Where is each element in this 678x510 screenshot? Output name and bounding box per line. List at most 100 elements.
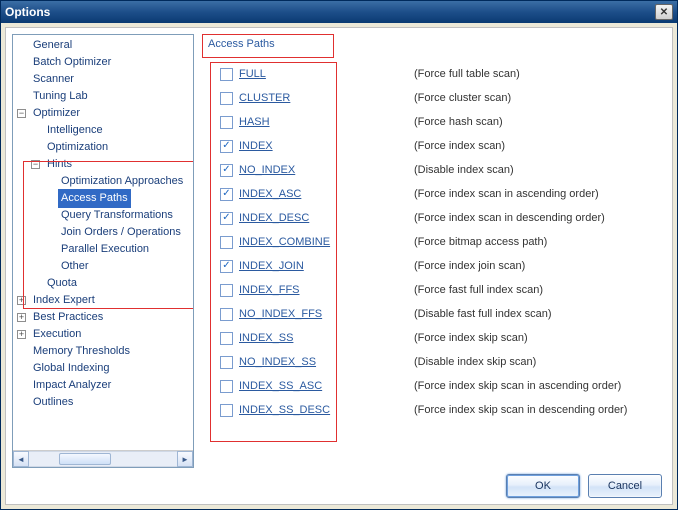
access-path-name[interactable]: FULL bbox=[239, 68, 414, 80]
tree-item-label[interactable]: Outlines bbox=[30, 393, 76, 412]
access-path-checkbox[interactable] bbox=[220, 212, 233, 225]
tree-connector-icon bbox=[15, 39, 28, 52]
tree-connector-icon bbox=[43, 226, 56, 239]
tree-node[interactable]: Optimization Approaches bbox=[43, 173, 193, 190]
tree-node[interactable]: Access Paths bbox=[43, 190, 193, 207]
access-path-description: (Disable index scan) bbox=[414, 164, 514, 176]
titlebar: Options ✕ bbox=[1, 1, 677, 23]
access-path-name[interactable]: INDEX_COMBINE bbox=[239, 236, 414, 248]
access-path-name[interactable]: INDEX_JOIN bbox=[239, 260, 414, 272]
access-path-name[interactable]: HASH bbox=[239, 116, 414, 128]
tree-node[interactable]: −OptimizerIntelligenceOptimization−Hints… bbox=[15, 105, 193, 292]
tree-node[interactable]: Optimization bbox=[29, 139, 193, 156]
tree-node[interactable]: Memory Thresholds bbox=[15, 343, 193, 360]
tree-connector-icon bbox=[15, 362, 28, 375]
tree-node[interactable]: Intelligence bbox=[29, 122, 193, 139]
collapse-icon[interactable]: − bbox=[29, 158, 42, 171]
scrollbar-thumb[interactable] bbox=[59, 453, 111, 465]
access-path-row: NO_INDEX_SS(Disable index skip scan) bbox=[220, 350, 656, 374]
access-path-row: FULL(Force full table scan) bbox=[220, 62, 656, 86]
access-path-row: INDEX_SS_ASC(Force index skip scan in as… bbox=[220, 374, 656, 398]
access-path-description: (Force bitmap access path) bbox=[414, 236, 547, 248]
access-path-checkbox[interactable] bbox=[220, 308, 233, 321]
access-path-row: INDEX_COMBINE(Force bitmap access path) bbox=[220, 230, 656, 254]
access-path-checkbox[interactable] bbox=[220, 116, 233, 129]
close-icon[interactable]: ✕ bbox=[655, 4, 673, 20]
access-path-name[interactable]: INDEX_SS_ASC bbox=[239, 380, 414, 392]
access-path-row: INDEX_SS_DESC(Force index skip scan in d… bbox=[220, 398, 656, 422]
cancel-button[interactable]: Cancel bbox=[588, 474, 662, 498]
access-path-description: (Force index skip scan) bbox=[414, 332, 528, 344]
access-path-name[interactable]: INDEX_ASC bbox=[239, 188, 414, 200]
tree-node[interactable]: Quota bbox=[29, 275, 193, 292]
access-path-description: (Force index join scan) bbox=[414, 260, 525, 272]
tree-node[interactable]: Outlines bbox=[15, 394, 193, 411]
button-bar: OK Cancel bbox=[12, 468, 666, 500]
tree-connector-icon bbox=[15, 56, 28, 69]
tree-node[interactable]: −HintsOptimization ApproachesAccess Path… bbox=[29, 156, 193, 275]
tree-node[interactable]: Tuning Lab bbox=[15, 88, 193, 105]
tree-connector-icon bbox=[15, 379, 28, 392]
access-path-checkbox[interactable] bbox=[220, 92, 233, 105]
access-path-name[interactable]: INDEX_SS bbox=[239, 332, 414, 344]
access-path-checkbox[interactable] bbox=[220, 236, 233, 249]
access-path-row: NO_INDEX(Disable index scan) bbox=[220, 158, 656, 182]
access-path-description: (Force index skip scan in ascending orde… bbox=[414, 380, 621, 392]
access-path-name[interactable]: NO_INDEX_SS bbox=[239, 356, 414, 368]
scroll-left-icon[interactable]: ◄ bbox=[13, 451, 29, 467]
access-path-description: (Force index skip scan in descending ord… bbox=[414, 404, 627, 416]
client-area: GeneralBatch OptimizerScannerTuning Lab −… bbox=[5, 27, 673, 505]
access-path-checkbox[interactable] bbox=[220, 164, 233, 177]
horizontal-scrollbar[interactable]: ◄ ► bbox=[13, 450, 193, 467]
tree-node[interactable]: Query Transformations bbox=[43, 207, 193, 224]
expand-icon[interactable]: + bbox=[15, 294, 28, 307]
access-path-name[interactable]: NO_INDEX_FFS bbox=[239, 308, 414, 320]
ok-button[interactable]: OK bbox=[506, 474, 580, 498]
tree-node[interactable]: +Index Expert bbox=[15, 292, 193, 309]
expand-icon[interactable]: + bbox=[15, 328, 28, 341]
access-path-checkbox[interactable] bbox=[220, 140, 233, 153]
access-path-checkbox[interactable] bbox=[220, 188, 233, 201]
access-path-description: (Force full table scan) bbox=[414, 68, 520, 80]
collapse-icon[interactable]: − bbox=[15, 107, 28, 120]
tree-node[interactable]: Join Orders / Operations bbox=[43, 224, 193, 241]
tree-connector-icon bbox=[29, 141, 42, 154]
access-path-checkbox[interactable] bbox=[220, 404, 233, 417]
tree-node[interactable]: Scanner bbox=[15, 71, 193, 88]
access-path-checkbox[interactable] bbox=[220, 332, 233, 345]
access-path-name[interactable]: CLUSTER bbox=[239, 92, 414, 104]
access-path-name[interactable]: INDEX_FFS bbox=[239, 284, 414, 296]
tree-node[interactable]: Parallel Execution bbox=[43, 241, 193, 258]
access-path-description: (Force index scan) bbox=[414, 140, 505, 152]
tree-node[interactable]: +Execution bbox=[15, 326, 193, 343]
access-path-checkbox[interactable] bbox=[220, 356, 233, 369]
access-path-row: INDEX_FFS(Force fast full index scan) bbox=[220, 278, 656, 302]
content-panel: Access Paths FULL(Force full table scan)… bbox=[202, 34, 666, 468]
access-path-description: (Force index scan in descending order) bbox=[414, 212, 605, 224]
tree-node[interactable]: General bbox=[15, 37, 193, 54]
tree-node[interactable]: Impact Analyzer bbox=[15, 377, 193, 394]
tree-node[interactable]: +Best Practices bbox=[15, 309, 193, 326]
ok-button-label: OK bbox=[535, 480, 551, 492]
access-path-name[interactable]: NO_INDEX bbox=[239, 164, 414, 176]
access-path-name[interactable]: INDEX_SS_DESC bbox=[239, 404, 414, 416]
scrollbar-track[interactable] bbox=[29, 451, 177, 467]
tree-node[interactable]: Global Indexing bbox=[15, 360, 193, 377]
access-path-checkbox[interactable] bbox=[220, 380, 233, 393]
access-path-checkbox[interactable] bbox=[220, 68, 233, 81]
tree-node[interactable]: Batch Optimizer bbox=[15, 54, 193, 71]
expand-icon[interactable]: + bbox=[15, 311, 28, 324]
access-path-description: (Force fast full index scan) bbox=[414, 284, 543, 296]
tree-connector-icon bbox=[43, 192, 56, 205]
tree-node[interactable]: Other bbox=[43, 258, 193, 275]
tree-connector-icon bbox=[15, 73, 28, 86]
access-path-row: INDEX_JOIN(Force index join scan) bbox=[220, 254, 656, 278]
access-path-checkbox[interactable] bbox=[220, 284, 233, 297]
tree-connector-icon bbox=[29, 277, 42, 290]
access-path-name[interactable]: INDEX bbox=[239, 140, 414, 152]
access-path-name[interactable]: INDEX_DESC bbox=[239, 212, 414, 224]
panel-title: Access Paths bbox=[208, 38, 275, 50]
access-path-row: NO_INDEX_FFS(Disable fast full index sca… bbox=[220, 302, 656, 326]
scroll-right-icon[interactable]: ► bbox=[177, 451, 193, 467]
access-path-checkbox[interactable] bbox=[220, 260, 233, 273]
